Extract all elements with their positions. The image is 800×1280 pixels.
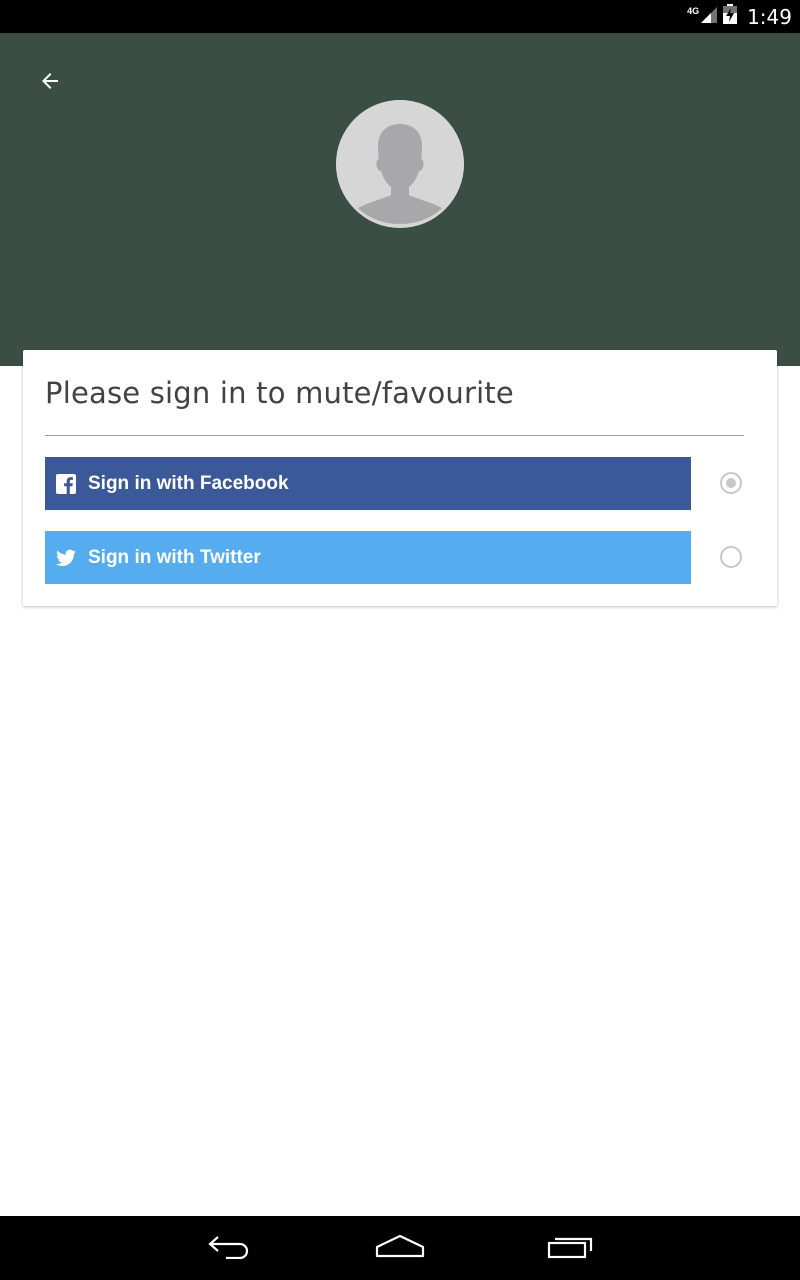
back-button[interactable] (28, 61, 72, 105)
signal-icon (701, 5, 718, 28)
signin-card: Please sign in to mute/favourite Sign in… (23, 350, 777, 606)
recent-apps-icon (547, 1233, 595, 1264)
nav-recent-apps-button[interactable] (539, 1226, 603, 1270)
clock: 1:49 (747, 4, 792, 29)
profile-header (0, 33, 800, 366)
home-icon (375, 1233, 425, 1264)
twitter-signin-button[interactable]: Sign in with Twitter (45, 531, 691, 584)
facebook-signin-button[interactable]: Sign in with Facebook (45, 457, 691, 510)
nav-home-button[interactable] (368, 1226, 432, 1270)
radio-selected-dot (726, 478, 736, 488)
divider (45, 435, 744, 436)
avatar (336, 100, 464, 228)
person-placeholder-icon (336, 100, 464, 228)
status-bar: 4G 1:49 (0, 0, 800, 33)
twitter-radio[interactable] (720, 546, 742, 568)
back-icon (206, 1233, 252, 1264)
twitter-icon (56, 548, 76, 568)
status-indicators: 4G 1:49 (687, 0, 792, 33)
arrow-left-icon (38, 69, 62, 98)
facebook-icon (56, 473, 76, 494)
battery-icon (723, 4, 738, 29)
facebook-signin-label: Sign in with Facebook (88, 472, 289, 494)
nav-back-button[interactable] (197, 1226, 261, 1270)
card-title: Please sign in to mute/favourite (45, 376, 514, 410)
system-nav-bar (0, 1216, 800, 1280)
twitter-signin-label: Sign in with Twitter (88, 546, 261, 568)
network-type: 4G (687, 5, 700, 16)
facebook-radio[interactable] (720, 472, 742, 494)
